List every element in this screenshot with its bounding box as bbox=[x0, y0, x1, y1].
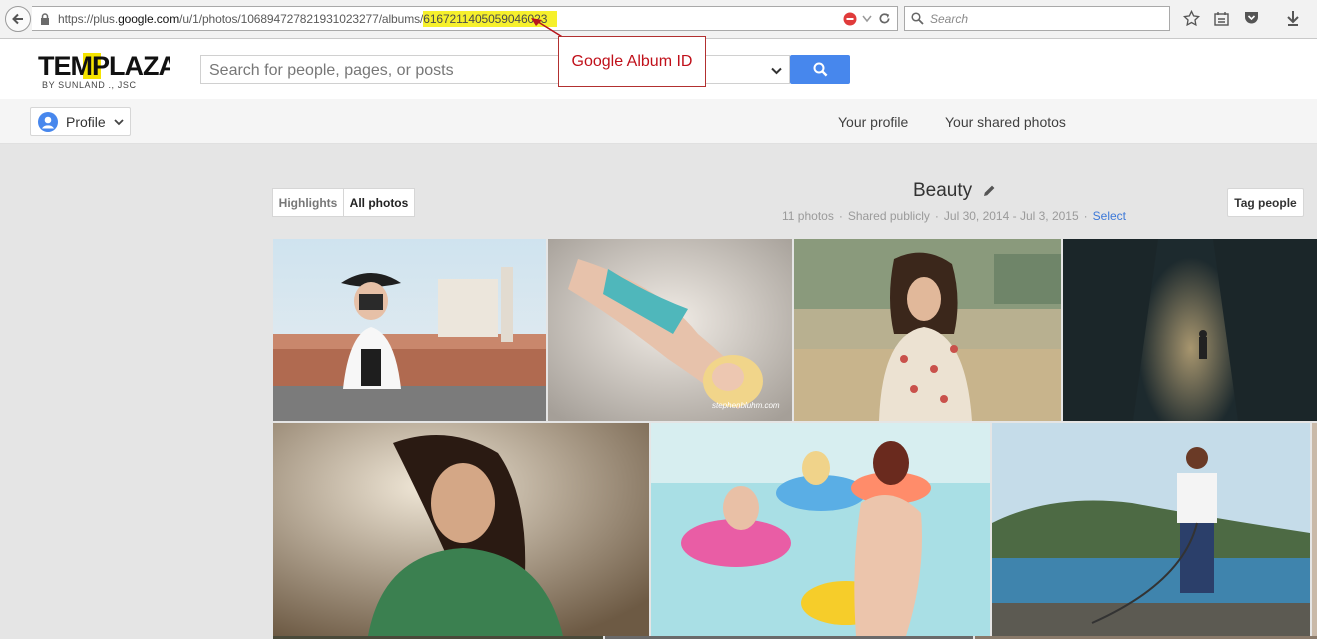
pocket-icon[interactable] bbox=[1244, 11, 1259, 25]
photo-thumbnail[interactable] bbox=[992, 423, 1310, 636]
back-button[interactable] bbox=[5, 6, 31, 32]
photo-thumbnail[interactable]: stephenbluhm.com bbox=[548, 239, 792, 421]
logo-subtitle: BY SUNLAND ., JSC bbox=[42, 80, 137, 90]
browser-search-field[interactable]: Search bbox=[904, 6, 1170, 31]
photo-thumbnail[interactable] bbox=[794, 239, 1061, 421]
search-icon bbox=[813, 62, 827, 77]
site-search-placeholder: Search for people, pages, or posts bbox=[209, 62, 454, 79]
search-icon bbox=[911, 12, 924, 25]
profile-dropdown-button[interactable]: Profile bbox=[30, 107, 131, 136]
your-profile-link[interactable]: Your profile bbox=[838, 114, 908, 130]
profile-label: Profile bbox=[66, 114, 106, 130]
photo-thumbnail[interactable] bbox=[1312, 423, 1317, 636]
photo-count: 11 photos bbox=[782, 209, 834, 223]
photo-thumbnail[interactable] bbox=[1063, 239, 1317, 421]
album-date-range: Jul 30, 2014 - Jul 3, 2015 bbox=[943, 209, 1079, 223]
logo-text: TEMPLAZA bbox=[38, 51, 170, 81]
album-id-callout: Google Album ID bbox=[558, 36, 706, 87]
search-button[interactable] bbox=[790, 55, 850, 84]
sub-navigation-bar bbox=[0, 99, 1317, 144]
dropdown-arrow-icon[interactable] bbox=[862, 15, 872, 23]
sharing-status: Shared publicly bbox=[847, 209, 930, 223]
your-shared-photos-link[interactable]: Your shared photos bbox=[945, 114, 1066, 130]
templaza-logo[interactable]: TEMPLAZA BY SUNLAND ., JSC bbox=[38, 47, 178, 98]
lock-icon bbox=[41, 13, 49, 25]
reading-list-icon[interactable] bbox=[1214, 11, 1229, 26]
avatar-icon bbox=[38, 112, 58, 132]
bookmark-star-icon[interactable] bbox=[1183, 10, 1200, 27]
select-link[interactable]: Select bbox=[1093, 209, 1126, 223]
photo-thumbnail[interactable] bbox=[273, 239, 546, 421]
album-meta: 11 photos · Shared publicly · Jul 30, 2014 -… bbox=[782, 209, 1127, 223]
stop-icon[interactable] bbox=[843, 12, 857, 26]
download-arrow-icon[interactable] bbox=[1286, 10, 1300, 26]
photo-thumbnail[interactable] bbox=[273, 423, 649, 636]
tab-all-photos[interactable]: All photos bbox=[343, 188, 415, 217]
reload-icon[interactable] bbox=[878, 12, 891, 25]
photo-thumbnail[interactable] bbox=[651, 423, 990, 636]
photo-watermark: stephenbluhm.com bbox=[712, 401, 780, 410]
back-arrow-icon bbox=[12, 13, 23, 25]
album-title: Beauty bbox=[913, 180, 996, 202]
album-title-text: Beauty bbox=[913, 180, 973, 201]
tab-highlights[interactable]: Highlights bbox=[272, 188, 344, 217]
chevron-down-icon bbox=[114, 119, 124, 126]
edit-pencil-icon[interactable] bbox=[983, 184, 996, 197]
chevron-down-icon[interactable] bbox=[771, 67, 782, 75]
tag-people-button[interactable]: Tag people bbox=[1227, 188, 1304, 217]
browser-search-placeholder: Search bbox=[930, 12, 969, 26]
address-bar[interactable]: https://plus.google.com/u/1/photos/10689… bbox=[32, 6, 898, 31]
browser-toolbar: https://plus.google.com/u/1/photos/10689… bbox=[0, 0, 1317, 39]
url-text: https://plus.google.com/u/1/photos/10689… bbox=[58, 11, 558, 27]
